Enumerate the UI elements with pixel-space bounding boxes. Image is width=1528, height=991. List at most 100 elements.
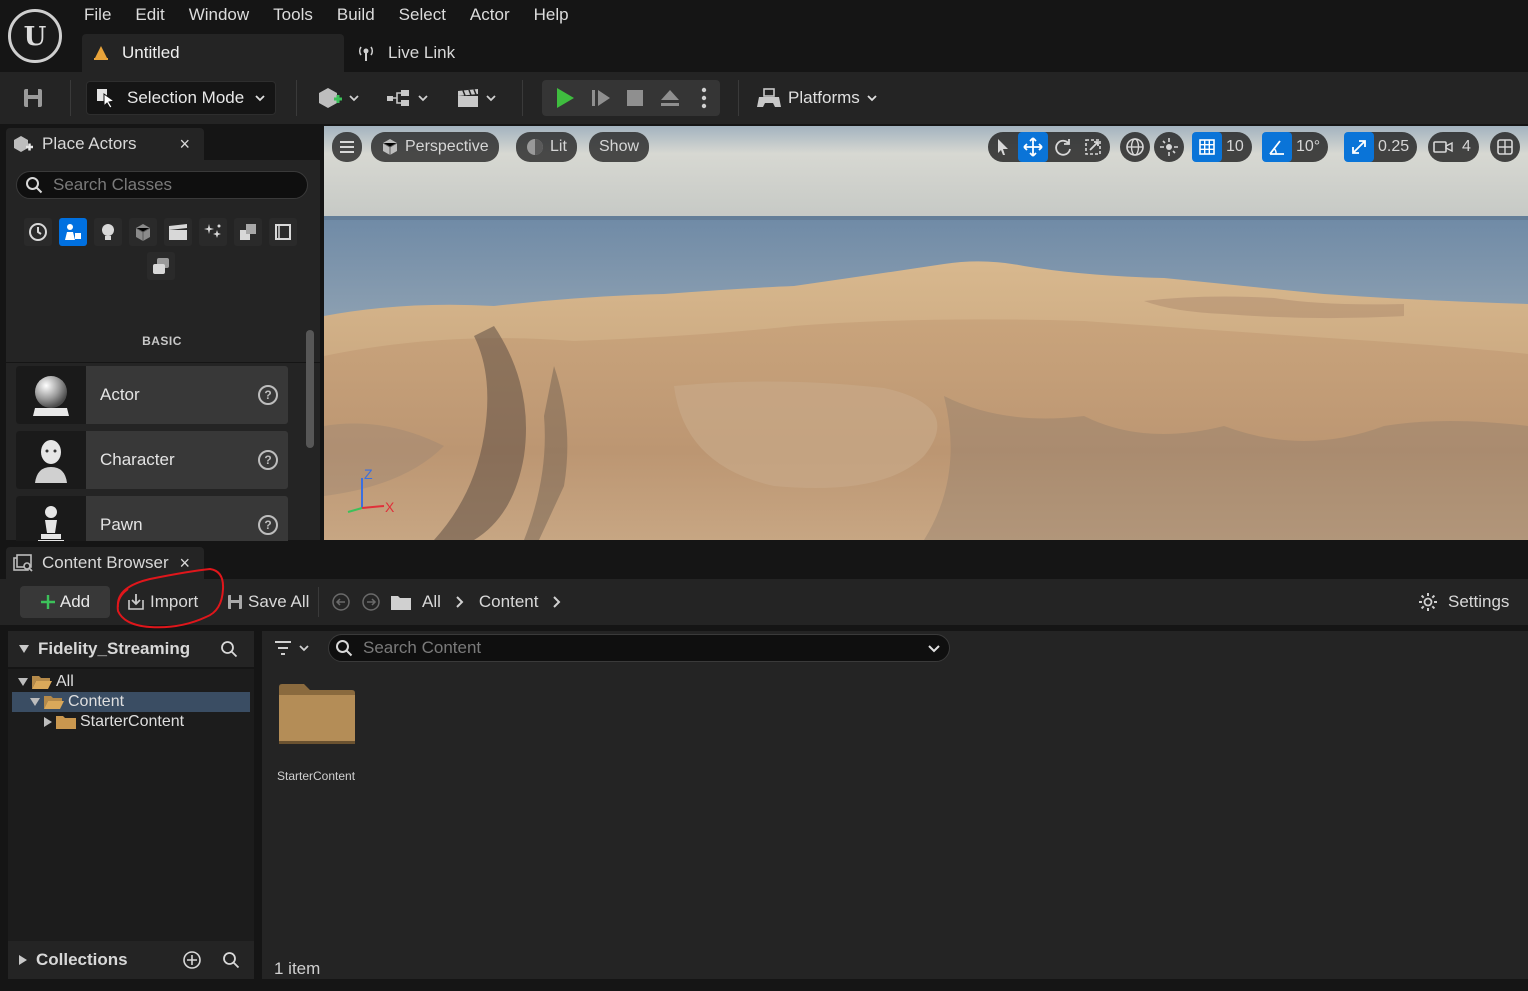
angle-icon [1262,132,1292,162]
hamburger-icon [339,140,355,154]
search-content-placeholder: Search Content [363,638,482,657]
menu-tools[interactable]: Tools [261,5,325,25]
level-icon [92,44,110,62]
platforms-dropdown[interactable]: Platforms [756,82,878,114]
menu-edit[interactable]: Edit [123,5,176,25]
filter-dropdown[interactable] [274,637,310,659]
basic-icon[interactable] [59,218,87,246]
tree-item-content[interactable]: Content [12,692,250,712]
status-strip [0,979,1528,991]
rotation-snap-button[interactable]: 10° [1262,132,1329,162]
menu-window[interactable]: Window [177,5,261,25]
help-icon[interactable]: ? [258,385,278,405]
translate-icon[interactable] [1018,132,1048,162]
cinematics-dropdown[interactable] [452,82,500,114]
toolbar-separator [738,80,739,116]
selection-mode-dropdown[interactable]: Selection Mode [86,81,276,115]
quick-add-dropdown[interactable] [314,82,362,114]
volumes-icon[interactable] [234,218,262,246]
tree-item-startercontent[interactable]: StarterContent [12,712,250,732]
chevron-right-icon[interactable] [455,595,465,609]
sources-header[interactable]: Fidelity_Streaming [8,631,254,667]
world-space-button[interactable] [1120,132,1150,162]
toolbar-separator [70,80,71,116]
livelink-tab[interactable]: Live Link [356,34,455,72]
viewport-menu-button[interactable] [332,132,362,162]
history-back-icon[interactable] [330,591,352,613]
scale-icon[interactable] [1078,132,1108,162]
lights-icon[interactable] [94,218,122,246]
close-icon[interactable]: × [179,134,204,155]
add-label: Add [59,592,91,611]
folder-icon [278,683,356,745]
chevron-right-icon[interactable] [552,595,562,609]
viewport-layout-button[interactable] [1490,132,1520,162]
search-content-input[interactable]: Search Content [328,634,950,662]
search-icon[interactable] [220,640,254,658]
category-label: BASIC [142,334,182,348]
surface-snap-icon [1159,137,1179,157]
search-icon[interactable] [210,951,254,969]
level-tab[interactable]: Untitled [82,34,344,72]
advance-frame-icon[interactable] [586,83,616,113]
add-button[interactable]: Add [20,586,110,618]
show-label: Show [599,138,640,155]
select-cursor-icon[interactable] [988,132,1018,162]
clapperboard-icon [455,87,481,109]
cinematic-icon[interactable] [164,218,192,246]
folder-open-icon [43,694,65,710]
unreal-logo-icon[interactable]: U [8,9,62,63]
search-icon [335,639,353,657]
divider [6,362,320,363]
grid-snap-button[interactable]: 10 [1192,132,1252,162]
content-browser-tabstrip: Content Browser × [0,541,1528,579]
lit-button[interactable]: Lit [516,132,577,162]
menu-actor[interactable]: Actor [458,5,522,25]
asset-tile-startercontent[interactable]: StarterContent [276,681,360,805]
blueprint-dropdown[interactable] [382,82,432,114]
history-forward-icon[interactable] [360,591,382,613]
perspective-button[interactable]: Perspective [371,132,499,162]
actor-item-actor[interactable]: Actor ? [16,366,288,424]
rotate-icon[interactable] [1048,132,1078,162]
content-browser-icon [12,553,34,573]
breadcrumb-all[interactable]: All [422,592,441,612]
stop-icon[interactable] [620,83,650,113]
tree-item-all[interactable]: All [12,672,250,692]
all-classes-icon[interactable] [269,218,297,246]
settings-button[interactable]: Settings [1418,586,1509,618]
camera-speed-button[interactable]: 4 [1428,132,1479,162]
level-viewport[interactable]: Z X Perspective Lit Show 10 10° 0.25 4 [324,126,1528,540]
collections-header[interactable]: Collections [8,941,254,979]
play-icon[interactable] [550,83,580,113]
eject-icon[interactable] [655,83,685,113]
panel-splitter[interactable] [254,631,262,979]
save-icon[interactable] [18,84,48,112]
save-all-button[interactable]: Save All [226,586,309,618]
shapes-icon[interactable] [129,218,157,246]
actor-item-character[interactable]: Character ? [16,431,288,489]
geometry-icon[interactable] [147,252,175,280]
show-button[interactable]: Show [589,132,650,162]
menu-select[interactable]: Select [387,5,458,25]
menu-build[interactable]: Build [325,5,387,25]
scrollbar[interactable] [306,330,314,448]
surface-snapping-button[interactable] [1154,132,1184,162]
chevron-down-icon[interactable] [927,641,949,655]
help-icon[interactable]: ? [258,450,278,470]
asset-name: StarterContent [277,769,356,783]
folder-icon [55,714,77,730]
place-actors-tab[interactable]: Place Actors × [6,128,204,160]
add-collection-icon[interactable] [182,950,202,970]
visual-effects-icon[interactable] [199,218,227,246]
menu-file[interactable]: File [72,5,123,25]
rotation-snap-value: 10° [1296,138,1321,155]
breadcrumb-content[interactable]: Content [479,592,539,612]
recent-icon[interactable] [24,218,52,246]
menu-help[interactable]: Help [522,5,581,25]
scale-snap-button[interactable]: 0.25 [1344,132,1418,162]
level-tab-label: Untitled [122,43,180,62]
more-options-icon[interactable] [692,83,716,113]
help-icon[interactable]: ? [258,515,278,535]
search-classes-input[interactable]: Search Classes [16,171,308,199]
